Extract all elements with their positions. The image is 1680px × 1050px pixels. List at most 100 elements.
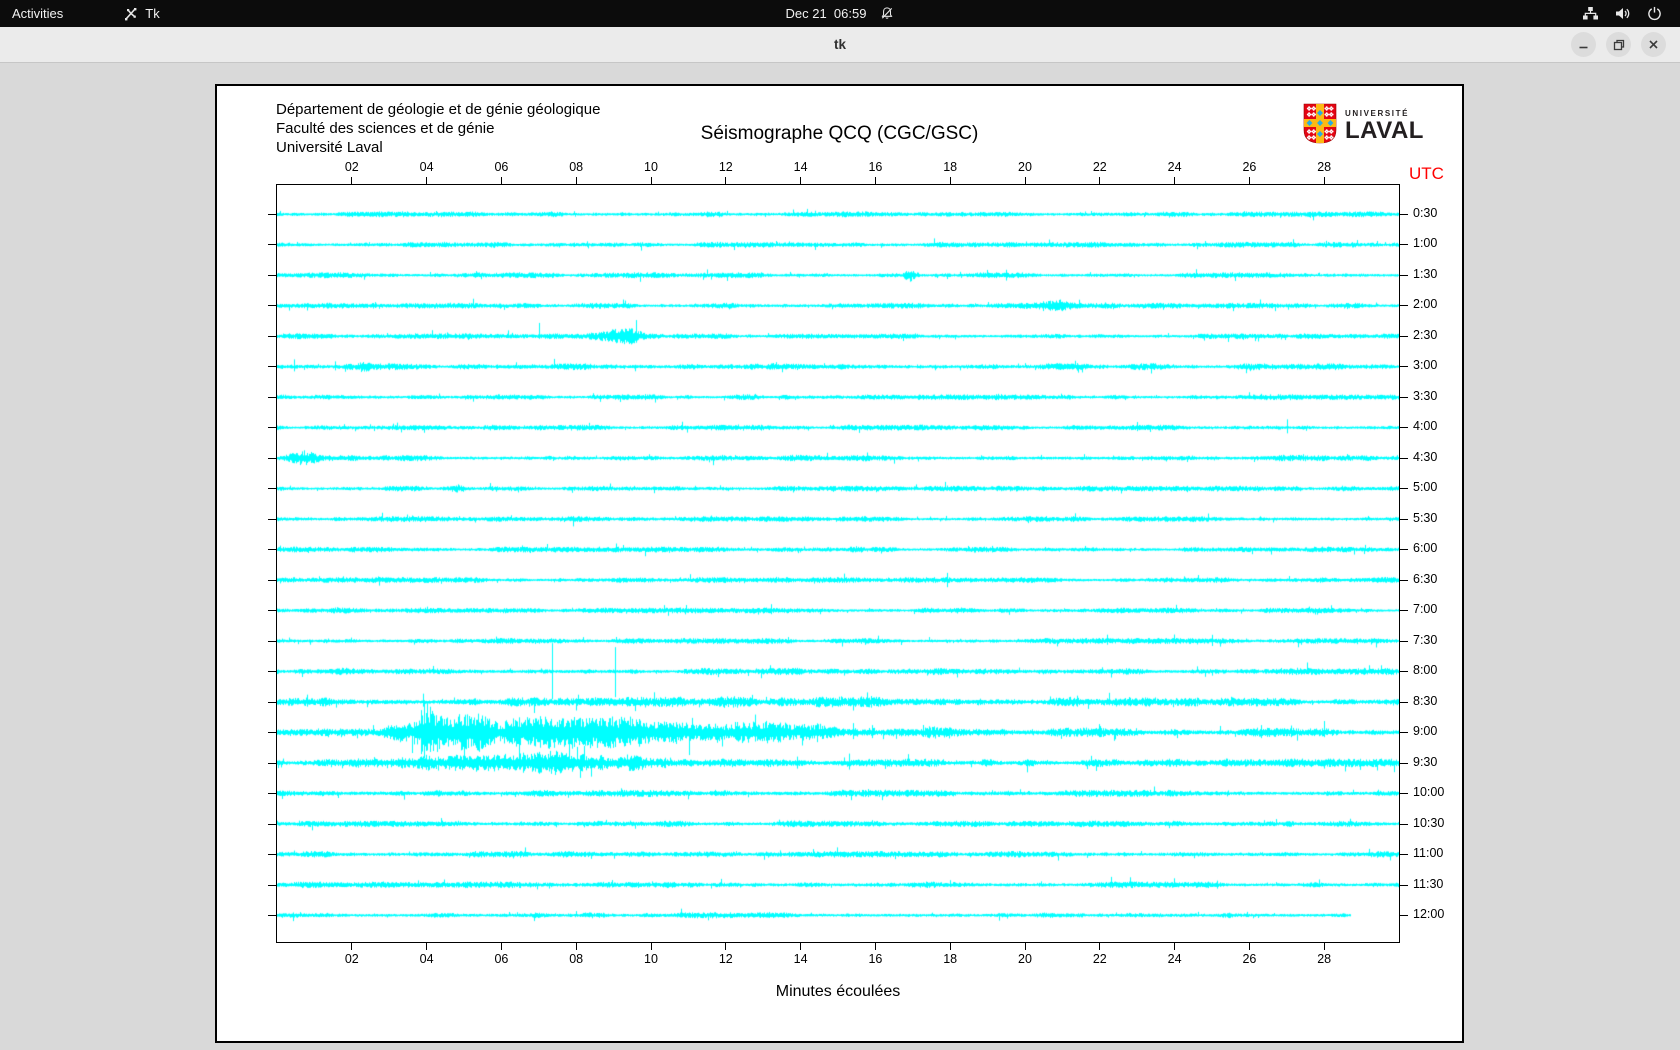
row-tick bbox=[1400, 366, 1408, 367]
minute-tick bbox=[1248, 177, 1250, 184]
network-icon bbox=[1582, 6, 1599, 21]
minute-tick bbox=[725, 177, 727, 184]
minute-tick-label: 26 bbox=[1242, 160, 1257, 174]
close-button[interactable] bbox=[1641, 32, 1666, 57]
system-status-area[interactable] bbox=[1582, 0, 1680, 27]
row-tick bbox=[1400, 397, 1408, 398]
seismogram-traces bbox=[277, 185, 1399, 942]
minute-tick bbox=[575, 177, 577, 184]
focused-app-indicator[interactable]: Tk bbox=[123, 6, 160, 21]
minute-tick-label: 22 bbox=[1092, 160, 1107, 174]
utc-row-label: 6:00 bbox=[1413, 541, 1438, 555]
row-tick bbox=[1400, 488, 1408, 489]
row-tick bbox=[268, 488, 276, 489]
activities-button[interactable]: Activities bbox=[0, 0, 75, 27]
row-tick bbox=[1400, 610, 1408, 611]
minute-tick bbox=[800, 177, 802, 184]
minute-tick-label: 04 bbox=[419, 952, 434, 966]
minute-tick bbox=[725, 943, 727, 950]
utc-row-label: 8:30 bbox=[1413, 694, 1438, 708]
row-tick bbox=[268, 244, 276, 245]
minimize-button[interactable] bbox=[1571, 32, 1596, 57]
row-tick bbox=[1400, 244, 1408, 245]
utc-row-label: 9:30 bbox=[1413, 755, 1438, 769]
minute-tick bbox=[351, 177, 353, 184]
minute-tick bbox=[575, 943, 577, 950]
row-tick bbox=[268, 854, 276, 855]
universite-laval-logo: UNIVERSITÉ LAVAL bbox=[1303, 103, 1424, 149]
minute-tick-label: 22 bbox=[1092, 952, 1107, 966]
minute-tick-label: 02 bbox=[344, 160, 359, 174]
row-tick bbox=[268, 641, 276, 642]
minute-tick-label: 24 bbox=[1167, 160, 1182, 174]
volume-icon bbox=[1615, 6, 1631, 21]
row-tick bbox=[1400, 549, 1408, 550]
minute-tick bbox=[1248, 943, 1250, 950]
utc-row-label: 10:30 bbox=[1413, 816, 1445, 830]
row-tick bbox=[1400, 915, 1408, 916]
row-tick bbox=[268, 580, 276, 581]
row-tick bbox=[268, 397, 276, 398]
row-tick bbox=[268, 763, 276, 764]
utc-label: UTC bbox=[1409, 164, 1444, 183]
minute-tick-label: 10 bbox=[644, 952, 658, 966]
utc-row-label: 4:30 bbox=[1413, 450, 1438, 464]
utc-row-label: 3:30 bbox=[1413, 389, 1438, 403]
row-tick bbox=[268, 671, 276, 672]
utc-row-label: 2:30 bbox=[1413, 328, 1438, 342]
row-tick bbox=[268, 824, 276, 825]
utc-row-label: 2:00 bbox=[1413, 297, 1438, 311]
utc-row-label: 6:30 bbox=[1413, 572, 1438, 586]
tk-app-icon bbox=[123, 6, 138, 21]
row-tick bbox=[1400, 641, 1408, 642]
utc-row-label: 11:30 bbox=[1413, 877, 1444, 891]
minute-tick bbox=[426, 177, 428, 184]
topbar-left: Activities Tk bbox=[0, 0, 160, 27]
utc-row-label: 7:00 bbox=[1413, 602, 1438, 616]
minute-tick-label: 08 bbox=[569, 952, 584, 966]
row-tick bbox=[1400, 305, 1408, 306]
row-tick bbox=[1400, 519, 1408, 520]
window-controls bbox=[1571, 32, 1666, 57]
minute-tick-label: 18 bbox=[943, 160, 958, 174]
row-tick bbox=[268, 732, 276, 733]
clock-menu[interactable]: Dec 21 06:59 bbox=[786, 0, 895, 27]
row-tick bbox=[268, 519, 276, 520]
utc-row-label: 12:00 bbox=[1413, 907, 1445, 921]
row-tick bbox=[268, 366, 276, 367]
row-tick bbox=[1400, 824, 1408, 825]
row-tick bbox=[268, 336, 276, 337]
window-titlebar[interactable]: tk bbox=[0, 27, 1680, 63]
focused-app-label: Tk bbox=[145, 6, 160, 21]
row-tick bbox=[268, 549, 276, 550]
x-axis-title: Minutes écoulées bbox=[775, 983, 901, 1000]
minute-tick bbox=[650, 943, 652, 950]
row-tick bbox=[1400, 275, 1408, 276]
utc-row-label: 11:00 bbox=[1413, 846, 1444, 860]
desktop: Activities Tk Dec 21 06:59 tk Départemen… bbox=[0, 0, 1680, 1050]
row-tick bbox=[268, 214, 276, 215]
minute-tick-label: 28 bbox=[1317, 952, 1332, 966]
minute-tick bbox=[949, 943, 951, 950]
row-tick bbox=[1400, 580, 1408, 581]
minute-tick-label: 28 bbox=[1317, 160, 1332, 174]
row-tick bbox=[1400, 763, 1408, 764]
minute-tick-label: 24 bbox=[1167, 952, 1182, 966]
minute-tick-label: 08 bbox=[569, 160, 584, 174]
row-tick bbox=[1400, 702, 1408, 703]
minute-tick bbox=[1024, 943, 1026, 950]
row-tick bbox=[1400, 793, 1408, 794]
restore-button[interactable] bbox=[1606, 32, 1631, 57]
row-tick bbox=[1400, 671, 1408, 672]
minute-tick-label: 12 bbox=[718, 160, 733, 174]
utc-row-label: 5:00 bbox=[1413, 480, 1438, 494]
gnome-topbar: Activities Tk Dec 21 06:59 bbox=[0, 0, 1680, 27]
minute-tick-label: 04 bbox=[419, 160, 434, 174]
utc-row-label: 5:30 bbox=[1413, 511, 1438, 525]
minute-tick-label: 10 bbox=[644, 160, 658, 174]
row-tick bbox=[1400, 458, 1408, 459]
minute-tick bbox=[800, 943, 802, 950]
utc-row-label: 7:30 bbox=[1413, 633, 1438, 647]
row-tick bbox=[1400, 854, 1408, 855]
utc-row-label: 4:00 bbox=[1413, 419, 1438, 433]
